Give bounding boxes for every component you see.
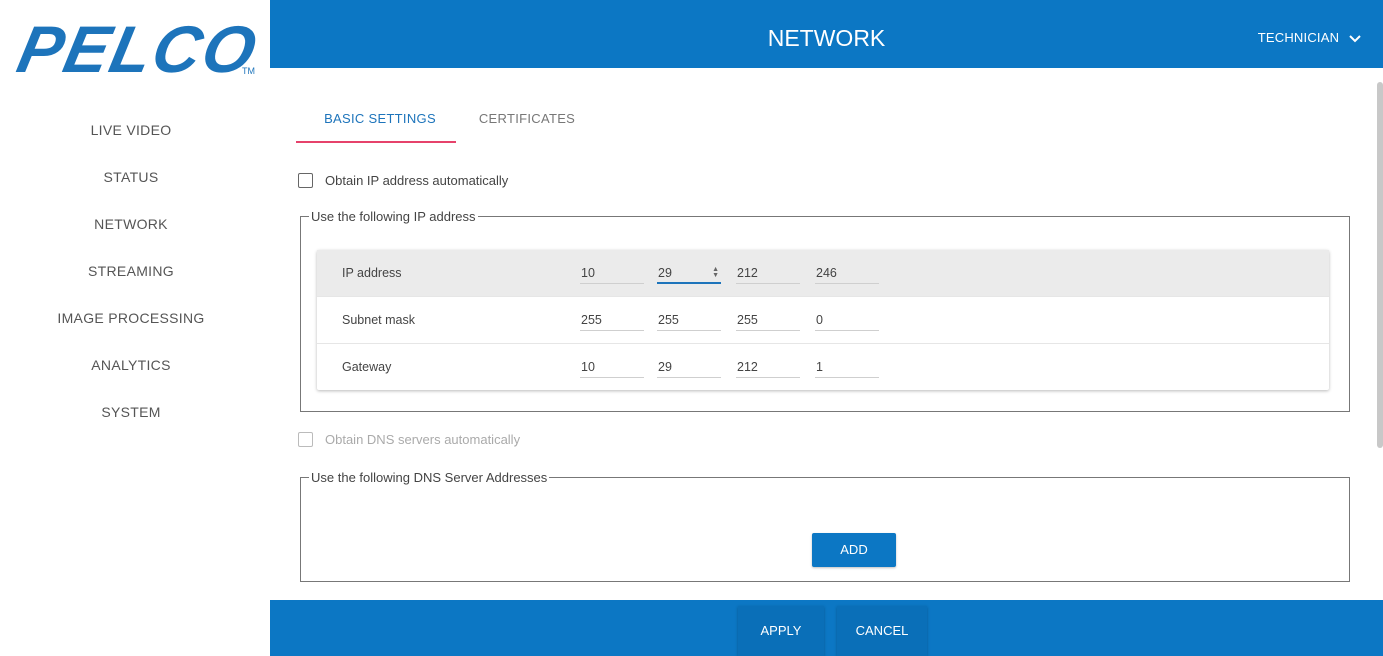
spin-arrows-icon[interactable]: ▲ ▼ xyxy=(712,266,719,279)
table-row-subnet-mask: Subnet mask 255 255 255 0 xyxy=(317,297,1329,344)
gateway-octet-3[interactable]: 212 xyxy=(736,356,800,378)
ip-octet-3[interactable]: 212 xyxy=(736,262,800,284)
dns-group-legend: Use the following DNS Server Addresses xyxy=(311,470,548,485)
page-title: NETWORK xyxy=(767,25,886,51)
ip-octet-2[interactable]: 29 ▲ ▼ xyxy=(657,262,721,284)
ip-group-legend: Use the following IP address xyxy=(311,209,476,224)
ip-auto-row: Obtain IP address automatically xyxy=(298,170,508,190)
sidebar-nav: LIVE VIDEO STATUS NETWORK STREAMING IMAG… xyxy=(0,108,262,437)
row-label: Gateway xyxy=(342,360,392,374)
dns-auto-row: Obtain DNS servers automatically xyxy=(298,429,520,449)
gateway-octet-4[interactable]: 1 xyxy=(815,356,879,378)
ip-auto-checkbox[interactable] xyxy=(298,172,313,188)
gateway-octet-1[interactable]: 10 xyxy=(580,356,644,378)
ip-table: IP address 10 29 ▲ ▼ 212 246 Subnet mask … xyxy=(317,250,1329,390)
row-label: IP address xyxy=(342,266,402,280)
sidebar-item-streaming[interactable]: STREAMING xyxy=(0,249,262,296)
ip-octet-2-value: 29 xyxy=(658,266,672,280)
sidebar-item-status[interactable]: STATUS xyxy=(0,155,262,202)
vertical-scrollbar[interactable] xyxy=(1377,82,1383,448)
sidebar-item-system[interactable]: SYSTEM xyxy=(0,390,262,437)
user-name: TECHNICIAN xyxy=(1257,30,1340,45)
sidebar: PELCO TM LIVE VIDEO STATUS NETWORK STREA… xyxy=(0,0,270,656)
chevron-down-icon xyxy=(1349,1,1361,77)
table-row-gateway: Gateway 10 29 212 1 xyxy=(317,344,1329,390)
gateway-octet-2[interactable]: 29 xyxy=(657,356,721,378)
tab-basic-settings[interactable]: BASIC SETTINGS xyxy=(300,98,460,142)
main-content: BASIC SETTINGS CERTIFICATES Obtain IP ad… xyxy=(270,68,1383,600)
sidebar-item-analytics[interactable]: ANALYTICS xyxy=(0,343,262,390)
user-menu[interactable]: TECHNICIAN xyxy=(1258,0,1361,77)
ip-octet-4[interactable]: 246 xyxy=(815,262,879,284)
cancel-button[interactable]: CANCEL xyxy=(837,606,927,656)
ip-auto-label: Obtain IP address automatically xyxy=(325,172,509,188)
sidebar-item-image-processing[interactable]: IMAGE PROCESSING xyxy=(0,296,262,343)
top-header: NETWORK TECHNICIAN xyxy=(270,0,1383,68)
sidebar-item-live-video[interactable]: LIVE VIDEO xyxy=(0,108,262,155)
tab-certificates[interactable]: CERTIFICATES xyxy=(472,98,582,142)
subnet-octet-3[interactable]: 255 xyxy=(736,309,800,331)
footer-bar: APPLY CANCEL xyxy=(270,600,1383,656)
subnet-octet-4[interactable]: 0 xyxy=(815,309,879,331)
ip-address-group: Use the following IP address IP address … xyxy=(300,209,1350,412)
row-label: Subnet mask xyxy=(342,313,415,327)
add-dns-button[interactable]: ADD xyxy=(812,533,896,567)
table-row-ip-address: IP address 10 29 ▲ ▼ 212 246 xyxy=(317,250,1329,297)
apply-button[interactable]: APPLY xyxy=(738,606,824,656)
dns-auto-checkbox[interactable] xyxy=(298,431,313,447)
logo-wordmark: PELCO xyxy=(11,12,265,86)
pelco-logo: PELCO TM xyxy=(6,12,266,86)
logo-trademark: TM xyxy=(242,66,255,76)
active-tab-indicator xyxy=(296,141,456,143)
subnet-octet-2[interactable]: 255 xyxy=(657,309,721,331)
subnet-octet-1[interactable]: 255 xyxy=(580,309,644,331)
sidebar-item-network[interactable]: NETWORK xyxy=(0,202,262,249)
ip-octet-1[interactable]: 10 xyxy=(580,262,644,284)
dns-auto-label: Obtain DNS servers automatically xyxy=(325,431,521,447)
dns-server-group: Use the following DNS Server Addresses A… xyxy=(300,470,1350,582)
